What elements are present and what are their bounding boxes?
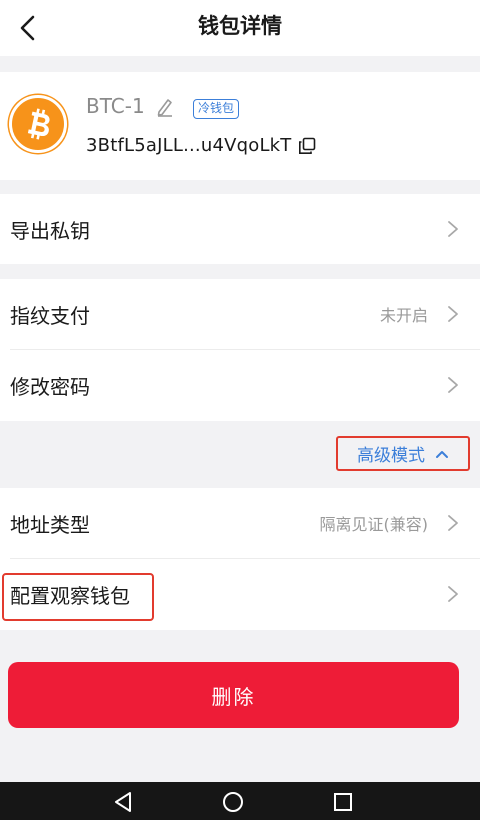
fingerprint-status: 未开启 (379, 306, 428, 325)
menu-label: 导出私钥 (10, 218, 90, 243)
wallet-name: BTC-1 (86, 94, 145, 118)
delete-button[interactable]: 删除 (8, 662, 459, 728)
menu-label: 指纹支付 (10, 303, 90, 328)
chevron-right-icon (448, 306, 458, 322)
menu-fingerprint-pay[interactable]: 指纹支付 未开启 (0, 279, 480, 349)
menu-label: 地址类型 (10, 512, 90, 537)
edit-icon[interactable] (156, 97, 174, 117)
menu-change-password[interactable]: 修改密码 (0, 349, 480, 421)
back-triangle-icon[interactable] (112, 791, 134, 813)
bitcoin-icon (9, 95, 67, 153)
chevron-right-icon (448, 221, 458, 237)
cold-wallet-badge: 冷钱包 (193, 99, 240, 119)
wallet-card (0, 72, 480, 180)
menu-address-type[interactable]: 地址类型 隔离见证(兼容) (0, 488, 480, 558)
menu-export-key[interactable]: 导出私钥 (0, 194, 480, 264)
chevron-right-icon (448, 515, 458, 531)
highlight-box (2, 573, 154, 621)
advanced-mode-toggle[interactable]: 高级模式 (336, 436, 470, 471)
address-type-value: 隔离见证(兼容) (319, 515, 429, 534)
wallet-address: 3BtfL5aJLL...u4VqoLkT (86, 135, 292, 156)
chevron-right-icon (448, 586, 458, 602)
chevron-up-icon (436, 450, 448, 458)
system-nav-bar (0, 782, 480, 820)
nav-bar: 钱包详情 (0, 0, 480, 56)
menu-label: 修改密码 (10, 374, 90, 399)
copy-icon[interactable] (298, 137, 316, 155)
home-circle-icon[interactable] (222, 791, 244, 813)
advanced-mode-label: 高级模式 (357, 446, 425, 466)
recents-square-icon[interactable] (333, 791, 353, 813)
page-title: 钱包详情 (198, 14, 282, 38)
chevron-right-icon (448, 377, 458, 393)
